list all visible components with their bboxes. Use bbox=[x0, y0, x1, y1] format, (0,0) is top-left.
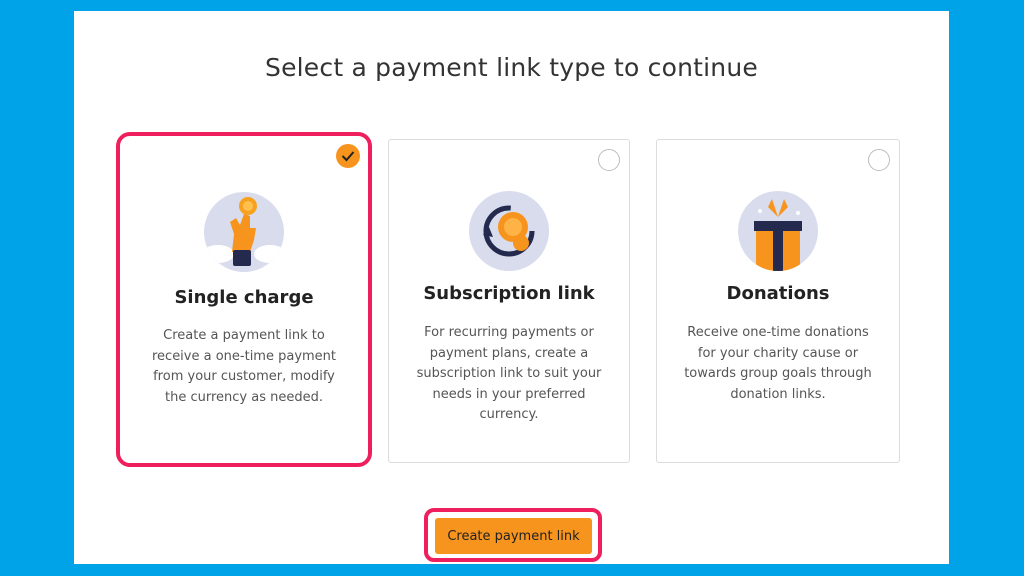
payment-link-panel: Select a payment link type to continue S… bbox=[74, 11, 949, 564]
card-description: Receive one-time donations for your char… bbox=[684, 325, 872, 402]
card-single-charge[interactable]: Single charge Create a payment link to r… bbox=[116, 132, 372, 467]
create-payment-link-button[interactable]: Create payment link bbox=[435, 518, 592, 554]
gift-icon bbox=[738, 191, 818, 271]
card-donations[interactable]: Donations Receive one-time donations for… bbox=[656, 139, 900, 463]
card-title: Single charge bbox=[174, 287, 314, 308]
card-title: Subscription link bbox=[423, 283, 595, 304]
radio-unselected-icon[interactable] bbox=[868, 149, 890, 171]
card-subscription-link[interactable]: Subscription link For recurring payments… bbox=[388, 139, 630, 463]
radio-unselected-icon[interactable] bbox=[598, 149, 620, 171]
recurring-coin-icon bbox=[469, 191, 549, 271]
card-description: For recurring payments or payment plans,… bbox=[416, 325, 602, 422]
selected-check-icon[interactable] bbox=[336, 144, 360, 168]
card-title: Donations bbox=[726, 283, 830, 304]
page-title: Select a payment link type to continue bbox=[265, 53, 758, 82]
hand-coin-icon bbox=[204, 192, 284, 272]
card-description: Create a payment link to receive a one-t… bbox=[151, 328, 337, 405]
